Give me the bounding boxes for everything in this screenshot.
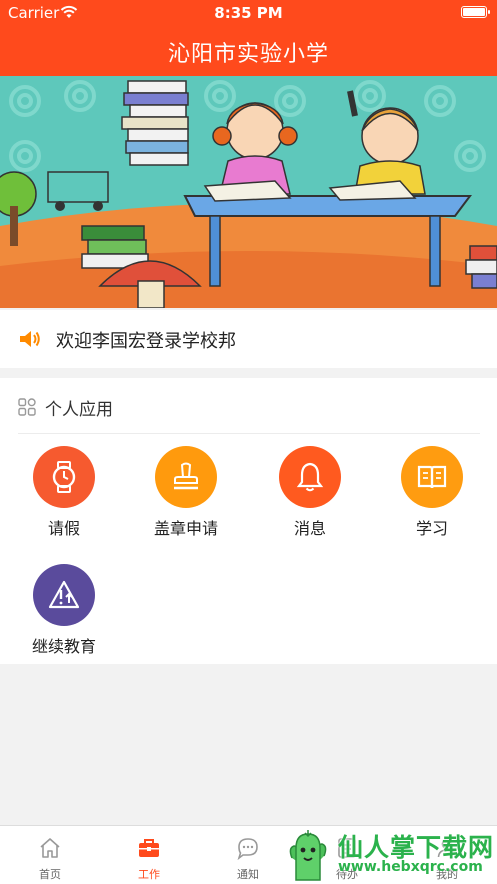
chat-icon [237,838,258,860]
stamp-icon [174,462,198,490]
app-icon-bg [401,446,463,508]
app-icon-bg [33,446,95,508]
banner-illustration [0,76,497,308]
clock: 8:35 PM [214,4,283,22]
home-icon [40,838,60,858]
announcement-bar[interactable]: 欢迎李国宏登录学校邦 [0,310,497,368]
tab-label: 工作 [138,868,160,881]
battery-icon [461,6,490,18]
cactus-logo-icon [289,830,327,881]
warning-upload-icon [48,580,80,609]
announcement-text: 欢迎李国宏登录学校邦 [56,331,236,352]
book-icon [417,465,447,489]
speaker-icon [20,331,40,347]
app-label: 学习 [415,519,448,538]
section-title: 个人应用 [45,400,113,420]
app-icon-bg [279,446,341,508]
bell-icon [296,462,324,492]
briefcase-icon [139,839,159,857]
app-label: 消息 [293,519,326,538]
status-bar: Carrier 8:35 PM [0,0,497,26]
tab-home[interactable]: 首页 [0,826,100,884]
page-title: 沁阳市实验小学 [167,42,329,67]
watermark: 仙人掌下载网 www.hebxqrc.com [280,826,497,883]
watch-icon [52,461,76,493]
grid-icon [18,398,36,416]
tab-work[interactable]: 工作 [99,826,199,884]
app-icon-bg [33,564,95,626]
app-label: 继续教育 [31,637,96,656]
nav-bar: 沁阳市实验小学 [0,26,497,76]
app-messages[interactable]: 消息 [248,446,372,539]
app-study[interactable]: 学习 [370,446,494,539]
app-stamp-request[interactable]: 盖章申请 [124,446,248,539]
app-label: 请假 [47,519,80,538]
tab-label: 首页 [39,868,61,881]
section-header: 个人应用 [18,378,480,434]
banner-image[interactable] [0,76,497,308]
personal-apps-section: 个人应用 请假 盖章申请 消息 学习 继续教育 [0,378,497,664]
app-continuing-education[interactable]: 继续教育 [2,564,126,657]
app-leave[interactable]: 请假 [2,446,126,539]
app-icon-bg [155,446,217,508]
app-label: 盖章申请 [153,519,218,538]
watermark-url: www.hebxqrc.com [338,859,483,875]
